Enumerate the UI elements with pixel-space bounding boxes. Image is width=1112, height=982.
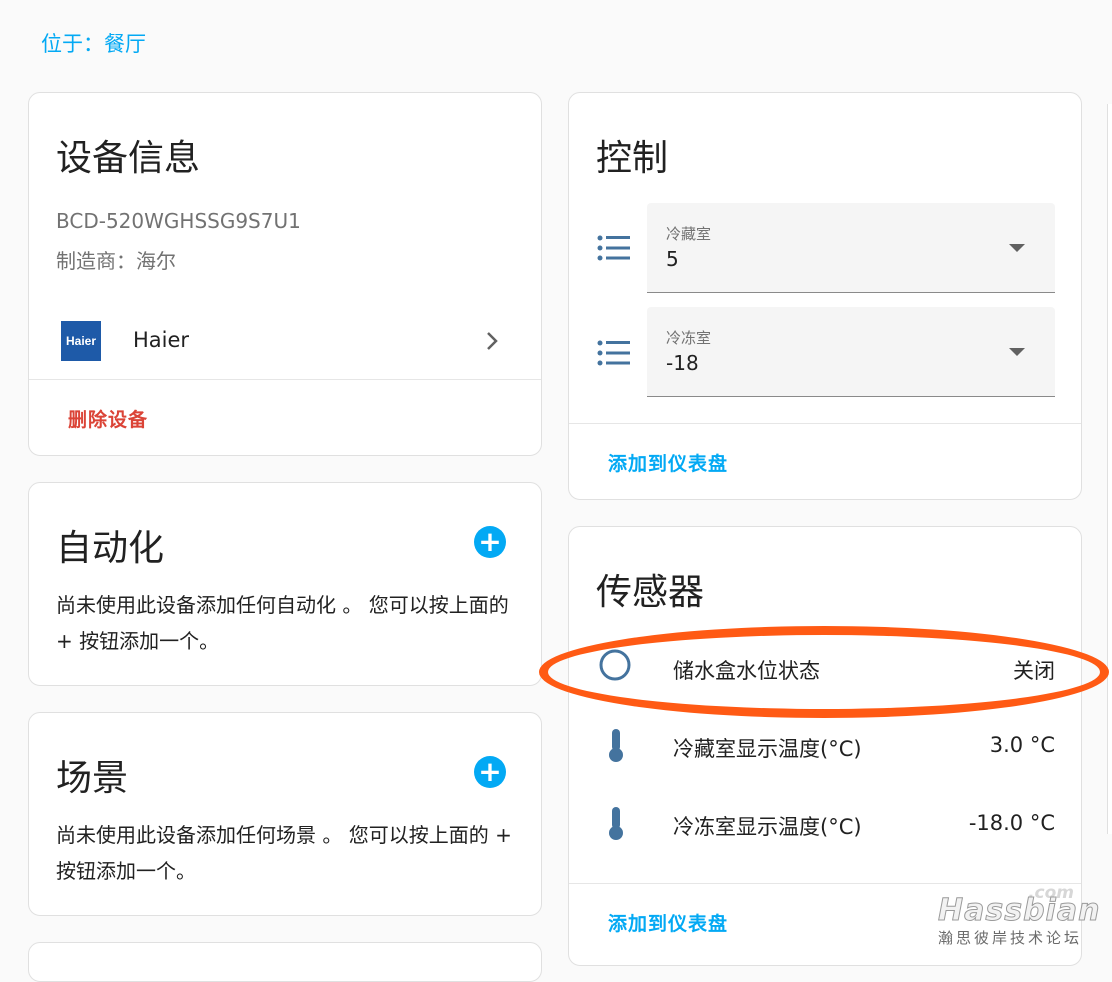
sensor-name: 冷藏室显示温度(°C) xyxy=(673,737,862,761)
sensor-state: -18.0 °C xyxy=(968,811,1055,835)
watermark-tagline: 瀚思彼岸技术论坛 xyxy=(938,929,1083,947)
plus-icon: + xyxy=(478,525,502,558)
next-column-peek xyxy=(1107,104,1112,834)
device-info-card: 设备信息 BCD-520WGHSSG9S7U1 制造商：海尔 Haier Hai… xyxy=(28,92,542,456)
freezer-temp-select[interactable]: 冷冻室 -18 xyxy=(647,307,1055,397)
controls-divider xyxy=(569,423,1081,424)
haier-logo: Haier xyxy=(61,321,101,361)
automation-empty-text: 尚未使用此设备添加任何自动化 。 您可以按上面的 + 按钮添加一个。 xyxy=(56,593,509,653)
sensor-row-water-box[interactable]: 储水盒水位状态 关闭 xyxy=(569,641,1081,701)
next-card-peek xyxy=(28,942,542,982)
sensor-row-freezer-temp[interactable]: 冷冻室显示温度(°C) -18.0 °C xyxy=(569,797,1081,857)
circle-outline-icon xyxy=(597,647,633,687)
freezer-temp-label: 冷冻室 xyxy=(666,329,712,347)
add-automation-button[interactable]: + xyxy=(474,526,506,558)
watermark-logo: .com Hassbian 瀚思彼岸技术论坛 xyxy=(936,883,1099,949)
sensor-row-fridge-temp[interactable]: 冷藏室显示温度(°C) 3.0 °C xyxy=(569,719,1081,779)
integration-row[interactable]: Haier Haier xyxy=(29,313,541,377)
chevron-right-icon xyxy=(485,331,499,355)
area-link[interactable]: 位于：餐厅 xyxy=(41,28,146,58)
scene-empty-text: 尚未使用此设备添加任何场景 。 您可以按上面的 + 按钮添加一个。 xyxy=(56,823,512,883)
format-list-icon xyxy=(597,340,631,366)
plus-icon: + xyxy=(478,755,502,788)
dropdown-arrow-icon xyxy=(1009,244,1025,252)
controls-card: 控制 冷藏室 5 冷冻室 -18 添加到仪表盘 xyxy=(568,92,1082,500)
device-model: BCD-520WGHSSG9S7U1 xyxy=(56,209,301,233)
scene-title: 场景 xyxy=(56,758,129,799)
fridge-temp-value: 5 xyxy=(666,247,679,271)
fridge-temp-label: 冷藏室 xyxy=(666,225,712,243)
thermometer-icon xyxy=(605,803,627,847)
sensor-name: 冷冻室显示温度(°C) xyxy=(673,815,862,839)
add-scene-button[interactable]: + xyxy=(474,756,506,788)
automation-card: 自动化 + 尚未使用此设备添加任何自动化 。 您可以按上面的 + 按钮添加一个。 xyxy=(28,482,542,686)
controls-title: 控制 xyxy=(596,138,669,179)
sensor-name: 储水盒水位状态 xyxy=(673,659,820,683)
watermark-brand: Hassbian xyxy=(937,893,1101,929)
dropdown-arrow-icon xyxy=(1009,348,1025,356)
freezer-temp-value: -18 xyxy=(666,351,699,375)
device-info-divider xyxy=(29,379,541,380)
sensors-title: 传感器 xyxy=(596,572,705,613)
format-list-icon xyxy=(597,235,631,261)
sensor-state: 3.0 °C xyxy=(989,733,1055,757)
integration-name: Haier xyxy=(133,328,190,352)
device-manufacturer: 制造商：海尔 xyxy=(56,249,176,273)
automation-title: 自动化 xyxy=(56,528,165,569)
delete-device-button[interactable]: 删除设备 xyxy=(68,405,148,432)
thermometer-icon xyxy=(605,725,627,769)
scene-card: 场景 + 尚未使用此设备添加任何场景 。 您可以按上面的 + 按钮添加一个。 xyxy=(28,712,542,916)
controls-add-to-dashboard-button[interactable]: 添加到仪表盘 xyxy=(608,449,728,476)
device-info-title: 设备信息 xyxy=(56,138,201,179)
fridge-temp-select[interactable]: 冷藏室 5 xyxy=(647,203,1055,293)
sensors-add-to-dashboard-button[interactable]: 添加到仪表盘 xyxy=(608,909,728,936)
sensor-state: 关闭 xyxy=(1013,659,1055,683)
